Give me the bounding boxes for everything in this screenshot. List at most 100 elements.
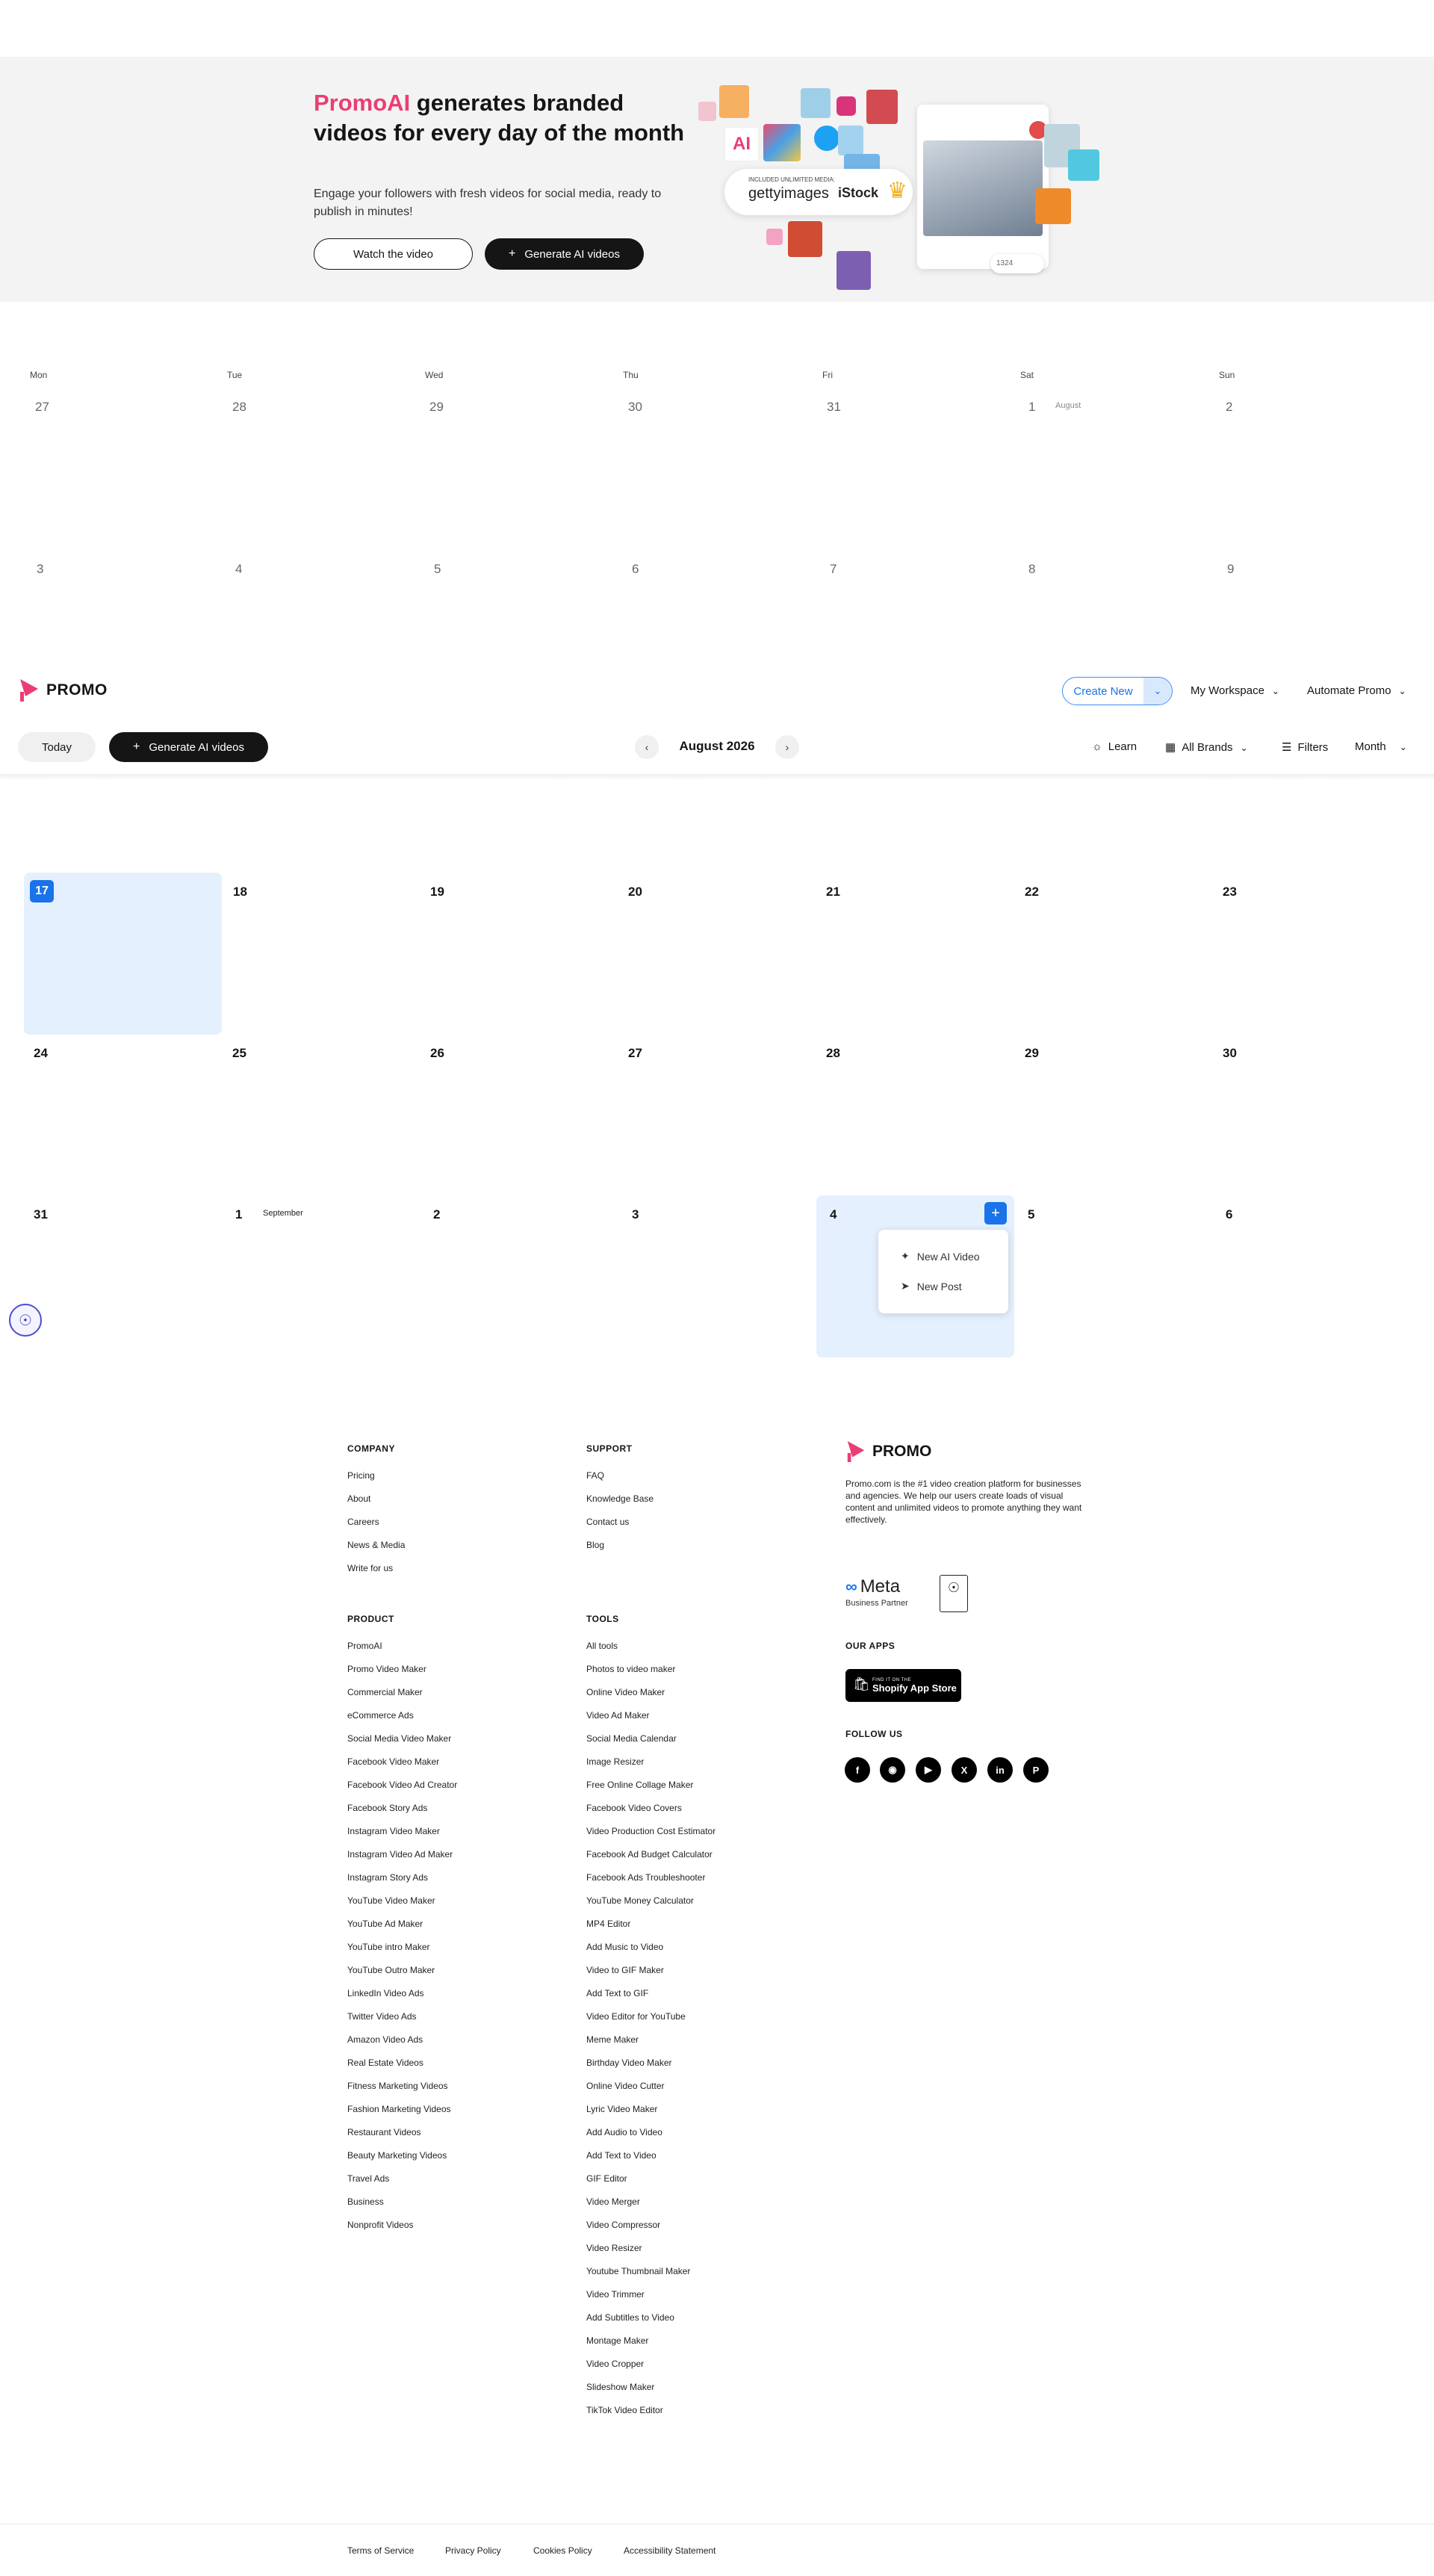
footer-link[interactable]: Social Media Video Maker (347, 1733, 451, 1744)
day-cell[interactable]: 20 (628, 885, 642, 900)
day-cell[interactable]: 27 (35, 400, 49, 415)
footer-link[interactable]: Facebook Ad Budget Calculator (586, 1849, 713, 1860)
footer-link[interactable]: Nonprofit Videos (347, 2220, 414, 2230)
footer-link[interactable]: YouTube Ad Maker (347, 1919, 423, 1929)
footer-link[interactable]: Video Editor for YouTube (586, 2011, 686, 2022)
today-button[interactable]: Today (18, 732, 96, 762)
footer-link[interactable]: Social Media Calendar (586, 1733, 677, 1744)
footer-link[interactable]: PromoAI (347, 1641, 382, 1651)
footer-link[interactable]: Facebook Video Maker (347, 1756, 439, 1767)
footer-link[interactable]: Restaurant Videos (347, 2127, 421, 2137)
footer-link[interactable]: TikTok Video Editor (586, 2405, 663, 2415)
footer-link[interactable]: Promo Video Maker (347, 1664, 426, 1674)
day-cell[interactable]: 4 (830, 1207, 836, 1222)
footer-link[interactable]: Business (347, 2196, 384, 2207)
footer-link[interactable]: YouTube Video Maker (347, 1895, 435, 1906)
footer-link[interactable]: Fashion Marketing Videos (347, 2104, 451, 2114)
footer-link[interactable]: Free Online Collage Maker (586, 1780, 693, 1790)
footer-link[interactable]: Facebook Video Covers (586, 1803, 682, 1813)
footer-link[interactable]: Facebook Video Ad Creator (347, 1780, 457, 1790)
day-cell[interactable]: 1 (1028, 400, 1035, 415)
footer-link[interactable]: eCommerce Ads (347, 1710, 414, 1721)
day-cell[interactable]: 26 (430, 1046, 444, 1061)
footer-link[interactable]: Add Text to Video (586, 2150, 657, 2161)
footer-link[interactable]: Montage Maker (586, 2335, 648, 2346)
footer-link[interactable]: Commercial Maker (347, 1687, 423, 1697)
footer-link[interactable]: Knowledge Base (586, 1493, 654, 1504)
cookies-policy-link[interactable]: Cookies Policy (533, 2545, 592, 2556)
terms-of-service-link[interactable]: Terms of Service (347, 2545, 414, 2556)
accessibility-button[interactable]: ☉ (9, 1304, 42, 1337)
footer-link[interactable]: YouTube Money Calculator (586, 1895, 694, 1906)
footer-link[interactable]: Instagram Video Maker (347, 1826, 440, 1836)
footer-link[interactable]: Facebook Story Ads (347, 1803, 427, 1813)
day-cell[interactable]: 29 (1025, 1046, 1039, 1061)
automate-promo-menu[interactable]: Automate Promo ⌄ (1307, 684, 1406, 697)
footer-link[interactable]: Photos to video maker (586, 1664, 675, 1674)
day-cell[interactable]: 9 (1227, 562, 1234, 577)
day-cell[interactable]: 29 (429, 400, 444, 415)
create-new-button[interactable]: Create New ⌄ (1062, 677, 1173, 705)
footer-link[interactable]: Video Merger (586, 2196, 640, 2207)
shopify-app-store-button[interactable]: 🛍 FIND IT ON THE Shopify App Store (845, 1669, 961, 1702)
footer-link[interactable]: Video Ad Maker (586, 1710, 650, 1721)
day-cell[interactable]: 3 (632, 1207, 639, 1222)
add-item-button[interactable]: + (984, 1202, 1007, 1224)
day-cell[interactable]: 6 (632, 562, 639, 577)
footer-link[interactable]: Youtube Thumbnail Maker (586, 2266, 690, 2276)
footer-link[interactable]: Instagram Story Ads (347, 1872, 428, 1883)
footer-link[interactable]: About (347, 1493, 370, 1504)
facebook-icon[interactable]: f (845, 1757, 870, 1783)
footer-link[interactable]: Video to GIF Maker (586, 1965, 664, 1975)
day-cell[interactable]: 30 (1223, 1046, 1237, 1061)
day-cell[interactable]: 27 (628, 1046, 642, 1061)
footer-link[interactable]: Meme Maker (586, 2034, 639, 2045)
footer-link[interactable]: YouTube intro Maker (347, 1942, 430, 1952)
prev-month-button[interactable]: ‹ (635, 735, 659, 759)
linkedin-icon[interactable]: in (987, 1757, 1013, 1783)
next-month-button[interactable]: › (775, 735, 799, 759)
day-cell[interactable]: 1 (235, 1207, 242, 1222)
footer-link[interactable]: MP4 Editor (586, 1919, 630, 1929)
footer-link[interactable]: News & Media (347, 1540, 405, 1550)
day-cell[interactable]: 31 (827, 400, 841, 415)
chevron-down-icon[interactable]: ⌄ (1143, 678, 1172, 705)
footer-link[interactable]: Add Text to GIF (586, 1988, 648, 1998)
footer-link[interactable]: Fitness Marketing Videos (347, 2081, 448, 2091)
filters-button[interactable]: ☰ Filters (1282, 740, 1328, 754)
learn-button[interactable]: ☼ Learn (1092, 740, 1137, 753)
footer-link[interactable]: Online Video Maker (586, 1687, 665, 1697)
day-cell[interactable]: 2 (433, 1207, 440, 1222)
footer-link[interactable]: Amazon Video Ads (347, 2034, 423, 2045)
footer-link[interactable]: Video Trimmer (586, 2289, 645, 2300)
footer-link[interactable]: FAQ (586, 1470, 604, 1481)
day-cell[interactable]: 22 (1025, 885, 1039, 900)
my-workspace-menu[interactable]: My Workspace ⌄ (1191, 684, 1279, 697)
footer-link[interactable]: Image Resizer (586, 1756, 644, 1767)
footer-link[interactable]: Lyric Video Maker (586, 2104, 657, 2114)
footer-link[interactable]: Add Music to Video (586, 1942, 663, 1952)
footer-link[interactable]: Video Resizer (586, 2243, 642, 2253)
day-cell[interactable]: 18 (233, 885, 247, 900)
day-cell[interactable]: 21 (826, 885, 840, 900)
day-cell[interactable]: 5 (434, 562, 441, 577)
footer-link[interactable]: Beauty Marketing Videos (347, 2150, 447, 2161)
footer-link[interactable]: Real Estate Videos (347, 2058, 423, 2068)
footer-link[interactable]: Twitter Video Ads (347, 2011, 417, 2022)
all-brands-dropdown[interactable]: ▦ All Brands ⌄ (1165, 740, 1248, 754)
day-cell[interactable]: 23 (1223, 885, 1237, 900)
watch-video-button[interactable]: Watch the video (314, 238, 473, 270)
promo-logo[interactable]: PROMO (18, 677, 108, 704)
view-dropdown[interactable]: Month ⌄ (1355, 740, 1407, 753)
footer-link[interactable]: Blog (586, 1540, 604, 1550)
accessibility-statement-link[interactable]: Accessibility Statement (624, 2545, 716, 2556)
new-ai-video-menu-item[interactable]: ✦ New AI Video (901, 1250, 980, 1263)
footer-link[interactable]: Facebook Ads Troubleshooter (586, 1872, 705, 1883)
footer-link[interactable]: Online Video Cutter (586, 2081, 665, 2091)
pinterest-icon[interactable]: P (1023, 1757, 1049, 1783)
day-cell[interactable]: 6 (1226, 1207, 1232, 1222)
footer-link[interactable]: Video Cropper (586, 2359, 644, 2369)
day-cell[interactable]: 8 (1028, 562, 1035, 577)
footer-link[interactable]: Add Audio to Video (586, 2127, 662, 2137)
day-cell[interactable]: 19 (430, 885, 444, 900)
